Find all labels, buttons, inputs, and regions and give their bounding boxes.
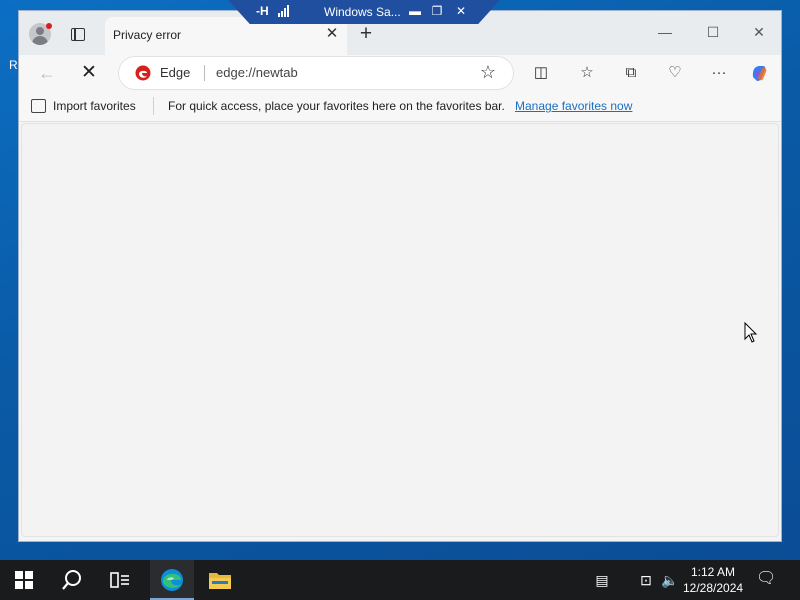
favorites-bar: Import favorites For quick access, place… bbox=[19, 91, 781, 122]
page-content-area[interactable] bbox=[21, 123, 779, 537]
window-close-button[interactable]: ✕ bbox=[747, 23, 771, 41]
add-favorite-star-icon[interactable]: ☆ bbox=[479, 63, 497, 81]
folder-icon bbox=[209, 573, 231, 589]
window-minimize-button[interactable]: — bbox=[653, 23, 677, 41]
url-text[interactable]: edge://newtab bbox=[216, 65, 298, 80]
task-view-icon bbox=[110, 572, 129, 588]
profile-notification-dot bbox=[46, 23, 52, 29]
search-icon bbox=[62, 570, 81, 590]
site-identity-label[interactable]: Edge bbox=[160, 65, 190, 80]
split-screen-icon[interactable]: ◫ bbox=[531, 63, 551, 83]
clock-time: 1:12 AM bbox=[690, 565, 736, 579]
manage-favorites-link[interactable]: Manage favorites now bbox=[515, 99, 632, 113]
pin-icon[interactable]: -H bbox=[256, 4, 269, 18]
desktop-edge-text: R bbox=[9, 58, 18, 72]
remote-connection-bar: -H Windows Sa... ▬ ❐ ✕ bbox=[228, 0, 500, 24]
edge-site-icon bbox=[135, 65, 151, 81]
search-button[interactable] bbox=[50, 560, 94, 600]
stop-loading-icon[interactable]: ✕ bbox=[79, 63, 99, 83]
remote-minimize-button[interactable]: ▬ bbox=[408, 3, 422, 19]
touch-keyboard-icon[interactable]: ▤ bbox=[592, 571, 612, 589]
favorites-bar-hint: For quick access, place your favorites h… bbox=[168, 99, 505, 113]
tab-close-icon[interactable]: ✕ bbox=[323, 25, 341, 43]
mouse-cursor-icon bbox=[744, 322, 758, 343]
import-favorites-button[interactable]: Import favorites bbox=[53, 99, 136, 113]
favorites-bar-divider bbox=[153, 97, 154, 115]
favorites-icon[interactable]: ☆ bbox=[577, 63, 597, 83]
remote-session-title: Windows Sa... bbox=[324, 5, 401, 19]
tab-actions-icon[interactable] bbox=[71, 28, 85, 41]
notifications-icon[interactable]: 🗨 bbox=[756, 570, 776, 588]
system-clock[interactable]: 1:12 AM 12/28/2024 bbox=[683, 564, 743, 596]
more-menu-icon[interactable]: ··· bbox=[709, 63, 729, 83]
window-maximize-button[interactable]: ☐ bbox=[701, 23, 725, 41]
clock-date: 12/28/2024 bbox=[683, 581, 744, 595]
address-bar[interactable]: Edge edge://newtab ☆ bbox=[119, 57, 513, 89]
edge-browser-window: Privacy error ✕ + — ☐ ✕ ← ✕ Edge edge://… bbox=[18, 10, 782, 542]
tab-title: Privacy error bbox=[113, 28, 182, 42]
taskbar-file-explorer-button[interactable] bbox=[198, 560, 242, 600]
collections-icon[interactable]: ⧉ bbox=[621, 63, 641, 83]
address-divider bbox=[204, 65, 205, 81]
windows-logo-icon bbox=[15, 571, 33, 589]
task-view-button[interactable] bbox=[98, 560, 142, 600]
new-tab-icon[interactable]: + bbox=[355, 23, 377, 45]
remote-restore-button[interactable]: ❐ bbox=[430, 3, 444, 19]
remote-close-button[interactable]: ✕ bbox=[454, 3, 468, 19]
navigation-toolbar: ← ✕ Edge edge://newtab ☆ ◫ ☆ ⧉ ♡ ··· bbox=[19, 55, 781, 91]
copilot-icon[interactable] bbox=[749, 63, 769, 83]
taskbar: ▤ ⊡ 🔈 1:12 AM 12/28/2024 🗨 bbox=[0, 560, 800, 600]
performance-heart-icon[interactable]: ♡ bbox=[665, 63, 685, 83]
taskbar-edge-button[interactable] bbox=[150, 560, 194, 600]
start-button[interactable] bbox=[2, 560, 46, 600]
back-arrow-icon[interactable]: ← bbox=[37, 63, 57, 83]
volume-icon[interactable]: 🔈 bbox=[660, 571, 680, 589]
connection-signal-icon[interactable] bbox=[278, 5, 290, 17]
network-icon[interactable]: ⊡ bbox=[636, 571, 656, 589]
import-favorites-icon[interactable] bbox=[31, 99, 46, 113]
edge-browser-icon bbox=[161, 569, 183, 591]
